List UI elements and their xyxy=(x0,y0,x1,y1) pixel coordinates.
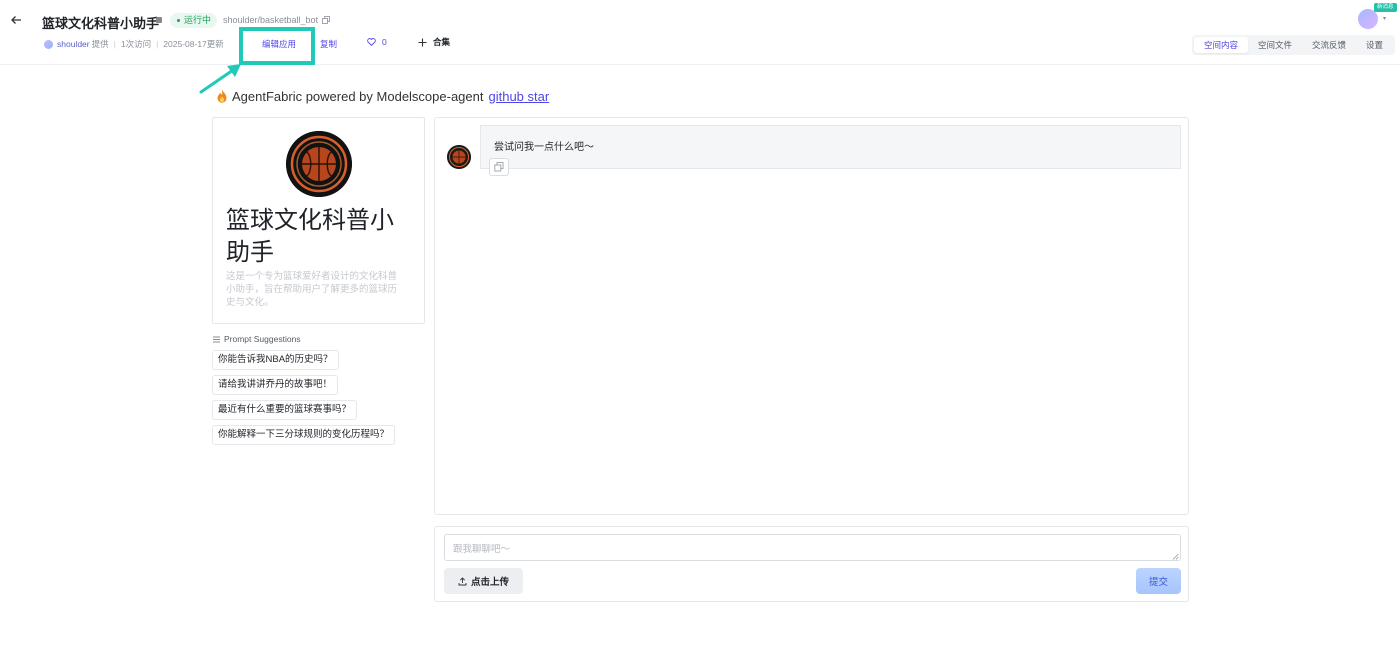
tab-space-files[interactable]: 空间文件 xyxy=(1248,37,1302,53)
bot-message-bubble: 尝试问我一点什么吧～ xyxy=(480,125,1181,169)
plus-icon xyxy=(418,38,427,46)
chat-input[interactable] xyxy=(444,534,1181,561)
notification-badge: 新消息 xyxy=(1374,3,1397,12)
chevron-down-icon[interactable]: ▾ xyxy=(1383,15,1386,22)
banner-text: AgentFabric powered by Modelscope-agent xyxy=(232,89,484,104)
bot-name: 篮球文化科普小助手 xyxy=(226,207,394,266)
meta-row: shoulder 提供 | 1次访问 | 2025-08-17更新 xyxy=(44,38,224,50)
prompt-suggestion[interactable]: 请给我讲讲乔丹的故事吧！ xyxy=(212,375,339,395)
owner-name[interactable]: shoulder xyxy=(57,39,90,49)
bot-profile-card: 篮球文化科普小助手 这是一个专为篮球爱好者设计的文化科普小助手，旨在帮助用户了解… xyxy=(212,117,425,324)
divider: | xyxy=(156,39,159,49)
prompt-suggestions-title: Prompt Suggestions xyxy=(213,334,301,344)
status-badge: 运行中 xyxy=(170,13,218,28)
bot-description: 这是一个专为篮球爱好者设计的文化科普小助手，旨在帮助用户了解更多的篮球历史与文化… xyxy=(226,271,398,308)
owner-avatar xyxy=(44,39,53,49)
tab-space-content[interactable]: 空间内容 xyxy=(1194,37,1249,53)
repo-path: shoulder/basketball_bot xyxy=(223,15,319,25)
fire-icon xyxy=(217,89,227,103)
input-panel: 点击上传 提交 xyxy=(434,526,1189,602)
collect-label: 合集 xyxy=(433,37,451,47)
back-arrow-icon[interactable] xyxy=(8,12,24,28)
visit-count: 1次访问 xyxy=(120,39,152,49)
user-avatar[interactable] xyxy=(1358,9,1378,29)
provided-label: 提供 xyxy=(91,39,109,49)
tab-settings[interactable]: 设置 xyxy=(1356,37,1393,53)
prompt-suggestion[interactable]: 你能告诉我NBA的历史吗？ xyxy=(212,350,339,370)
like-button[interactable]: 0 xyxy=(367,37,387,47)
divider: | xyxy=(113,39,116,49)
copy-button[interactable]: 复制 xyxy=(320,38,337,50)
list-icon xyxy=(213,336,220,342)
edit-app-button[interactable]: 编辑应用 xyxy=(262,38,296,50)
app-title: 篮球文化科普小助手 xyxy=(42,16,160,31)
upload-button[interactable]: 点击上传 xyxy=(444,568,523,594)
banner: AgentFabric powered by Modelscope-agent … xyxy=(216,89,549,104)
copy-message-icon[interactable] xyxy=(489,158,509,176)
prompt-suggestion[interactable]: 最近有什么重要的篮球赛事吗？ xyxy=(212,400,358,420)
space-tabs: 空间内容 空间文件 交流反馈 设置 xyxy=(1192,35,1396,55)
prompt-suggestion[interactable]: 你能解释一下三分球规则的变化历程吗？ xyxy=(212,425,396,445)
heart-icon xyxy=(367,38,376,46)
chat-panel: 尝试问我一点什么吧～ xyxy=(434,117,1189,515)
tab-feedback[interactable]: 交流反馈 xyxy=(1302,37,1356,53)
collect-button[interactable]: 合集 xyxy=(418,36,450,48)
upload-label: 点击上传 xyxy=(470,577,509,588)
basketball-avatar-icon xyxy=(286,131,352,197)
prompt-suggestions-label: Prompt Suggestions xyxy=(224,334,301,344)
bot-message-avatar-icon xyxy=(447,145,471,169)
upload-icon xyxy=(458,576,467,585)
submit-button[interactable]: 提交 xyxy=(1136,568,1181,594)
copy-path-icon[interactable] xyxy=(322,16,330,24)
like-count: 0 xyxy=(382,37,387,47)
updated-date: 2025-08-17更新 xyxy=(163,39,224,49)
private-tag-icon xyxy=(156,17,162,23)
resize-grip-icon[interactable] xyxy=(1172,553,1179,560)
github-star-link[interactable]: github star xyxy=(488,89,549,104)
prompt-suggestions-list: 你能告诉我NBA的历史吗？ 请给我讲讲乔丹的故事吧！ 最近有什么重要的篮球赛事吗… xyxy=(212,350,396,450)
top-header: 篮球文化科普小助手 运行中 shoulder/basketball_bot sh… xyxy=(0,0,1400,65)
